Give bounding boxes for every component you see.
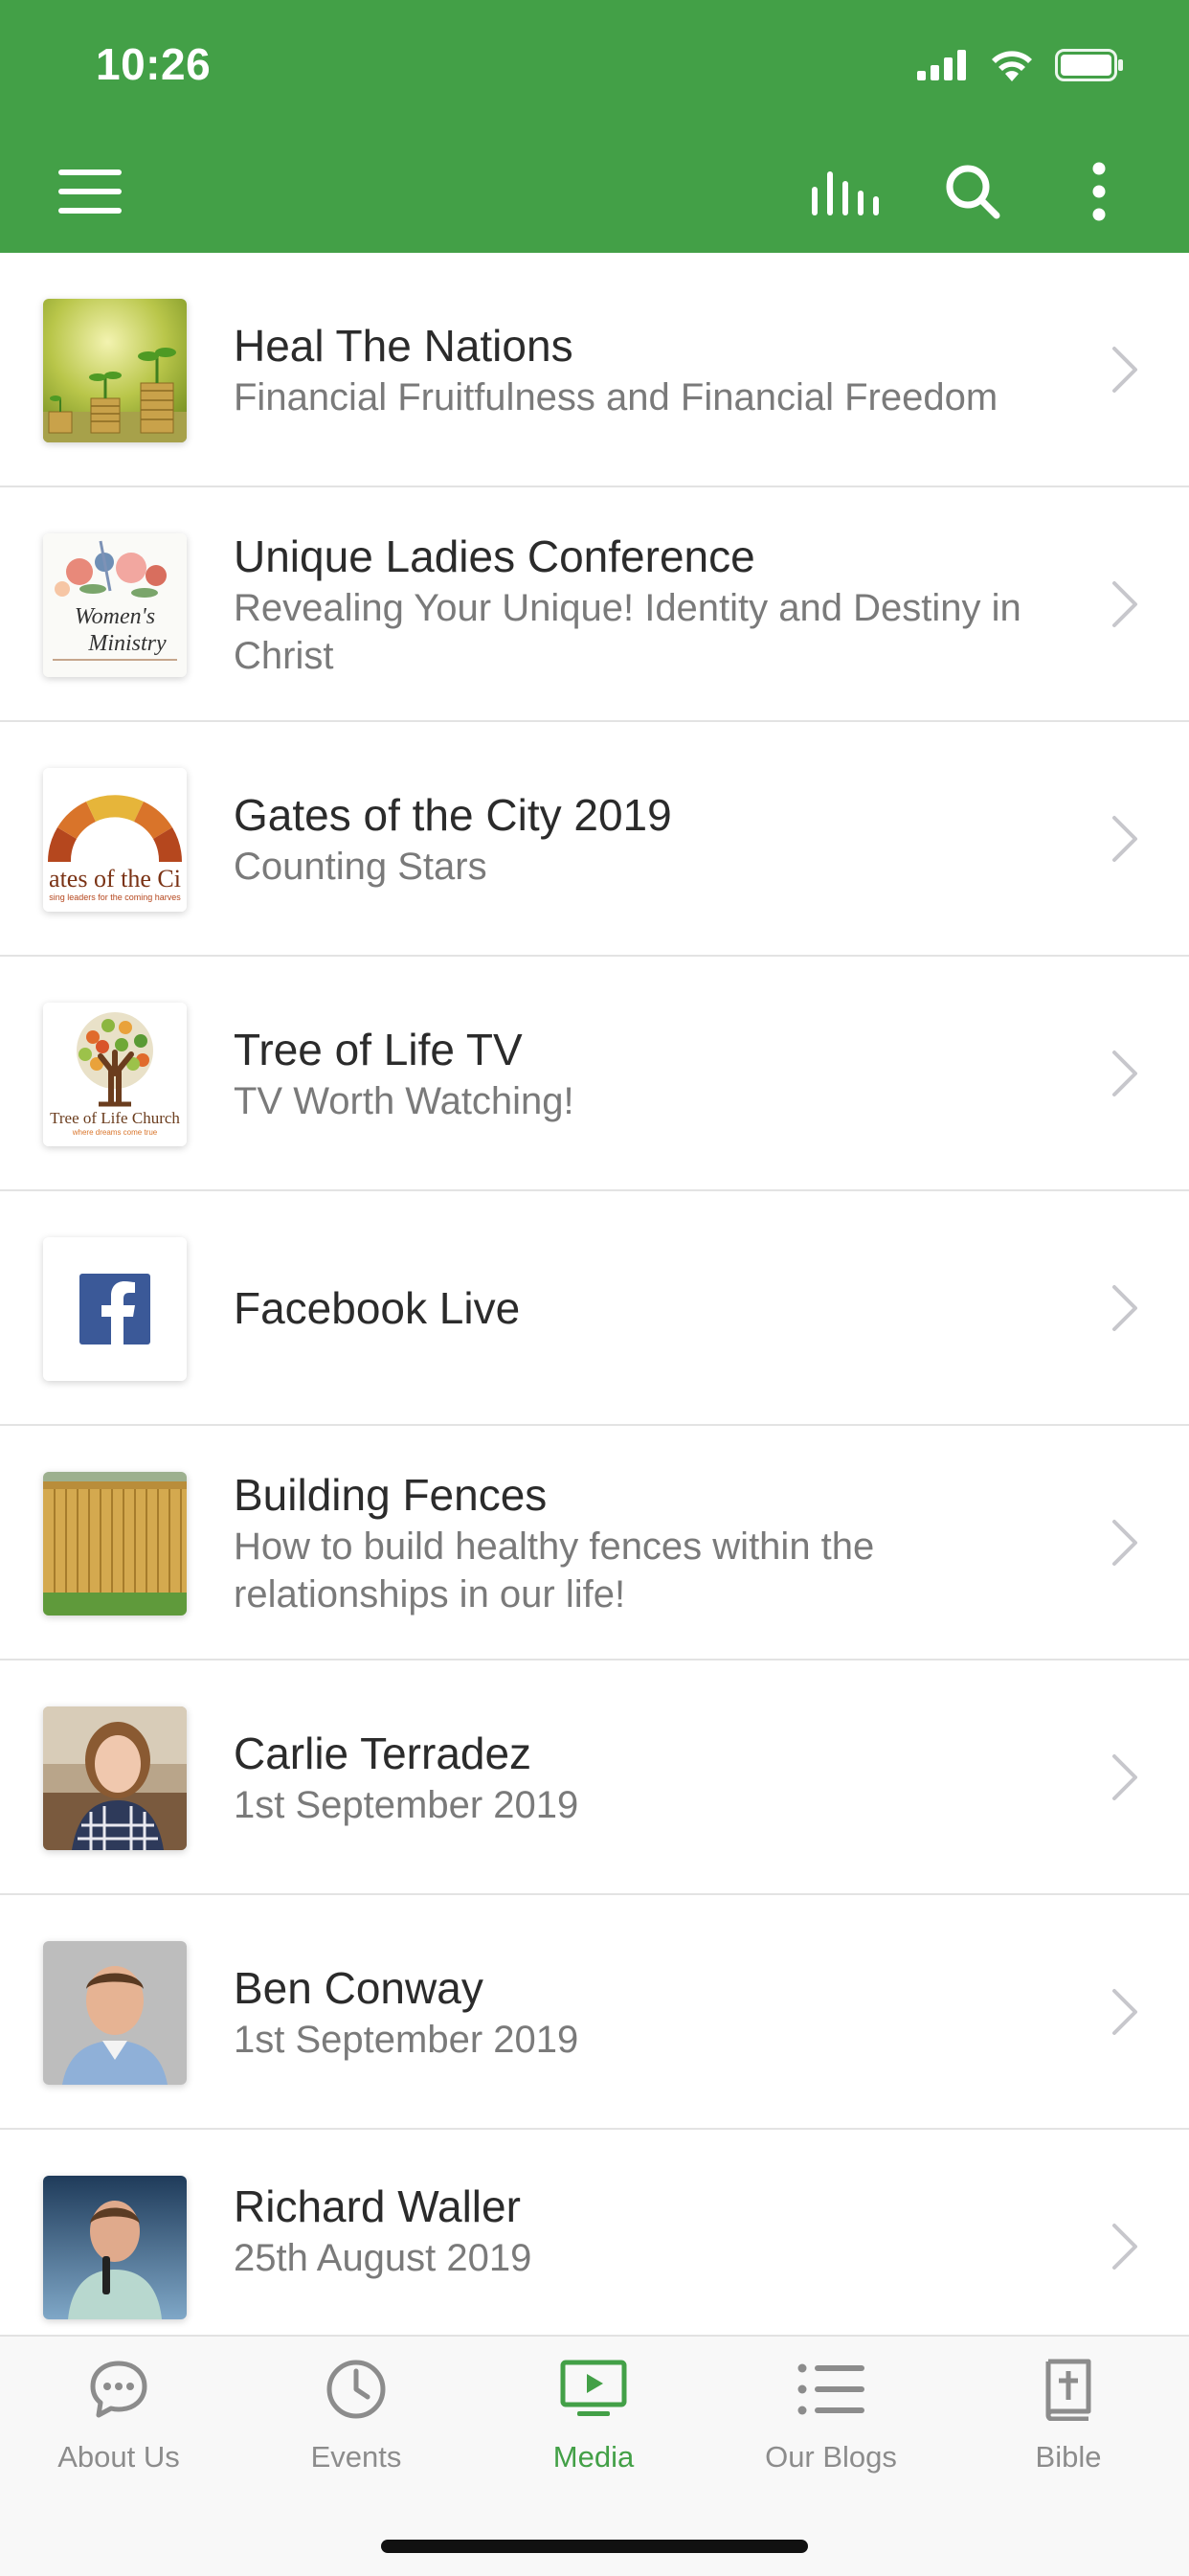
wooden-fence-image xyxy=(43,1472,187,1616)
chevron-right-icon xyxy=(1112,1989,1137,2035)
tab-label: About Us xyxy=(57,2440,180,2474)
tab-bible[interactable]: Bible xyxy=(950,2356,1187,2490)
tv-play-icon xyxy=(560,2360,627,2416)
list-item-text: Ben Conway 1st September 2019 xyxy=(234,1895,1065,2128)
ben-portrait xyxy=(43,1941,187,2085)
list-item[interactable]: Tree of Life Church where dreams come tr… xyxy=(0,957,1189,1191)
list-item-text: Building Fences How to build healthy fen… xyxy=(234,1426,1065,1659)
list-item[interactable]: Building Fences How to build healthy fen… xyxy=(0,1426,1189,1661)
tab-events[interactable]: Events xyxy=(237,2356,475,2490)
thumb-text: where dreams come true xyxy=(72,1128,158,1137)
chevron-right-icon xyxy=(1112,816,1137,862)
audio-button[interactable] xyxy=(807,153,884,230)
battery-icon xyxy=(1055,49,1123,81)
list-item-title: Facebook Live xyxy=(234,1282,521,1333)
more-vertical-icon xyxy=(1092,162,1106,221)
list-item-text: Heal The Nations Financial Fruitfulness … xyxy=(234,253,1065,486)
chevron-right-icon xyxy=(1112,1285,1137,1331)
list-item-title: Unique Ladies Conference xyxy=(234,531,755,581)
thumb-text: Ministry xyxy=(87,631,167,656)
app-header: 10:26 xyxy=(0,0,1189,253)
thumb-text: Women's xyxy=(75,604,155,629)
richard-portrait xyxy=(43,2176,187,2319)
media-list: Heal The Nations Financial Fruitfulness … xyxy=(0,253,1189,2331)
list-item-subtitle: 1st September 2019 xyxy=(234,2018,579,2061)
chevron-right-icon xyxy=(1112,347,1137,393)
wifi-icon xyxy=(992,51,1032,81)
list-item-text: Gates of the City 2019 Counting Stars xyxy=(234,722,1065,955)
chevron-right-icon xyxy=(1112,581,1137,627)
list-item-title: Building Fences xyxy=(234,1469,548,1520)
tab-our-blogs[interactable]: Our Blogs xyxy=(712,2356,950,2490)
list-item-subtitle: 1st September 2019 xyxy=(234,1783,579,1826)
status-bar: 10:26 xyxy=(0,0,1189,134)
list-item[interactable]: Richard Waller 25th August 2019 xyxy=(0,2130,1189,2331)
list-item-text: Tree of Life TV TV Worth Watching! xyxy=(234,957,1065,1189)
menu-button[interactable] xyxy=(52,153,128,230)
search-button[interactable] xyxy=(934,153,1011,230)
list-item[interactable]: Women's Ministry Unique Ladies Conferenc… xyxy=(0,487,1189,722)
tab-label: Bible xyxy=(1035,2440,1102,2474)
list-item[interactable]: ates of the Ci sing leaders for the comi… xyxy=(0,722,1189,957)
womens-ministry-image: Women's Ministry xyxy=(43,533,187,677)
bible-cross-icon xyxy=(1045,2359,1091,2421)
list-item-title: Ben Conway xyxy=(234,1962,483,2013)
tree-of-life-logo: Tree of Life Church where dreams come tr… xyxy=(43,1003,187,1146)
chevron-right-icon xyxy=(1112,2224,1137,2270)
more-button[interactable] xyxy=(1061,153,1137,230)
tab-label: Media xyxy=(552,2440,635,2474)
list-item[interactable]: Ben Conway 1st September 2019 xyxy=(0,1895,1189,2130)
status-time: 10:26 xyxy=(96,39,212,89)
list-item-subtitle: TV Worth Watching! xyxy=(234,1079,574,1122)
tab-about-us[interactable]: About Us xyxy=(0,2356,237,2490)
hamburger-menu-icon xyxy=(58,169,122,214)
tab-media[interactable]: Media xyxy=(475,2356,712,2490)
signal-icon xyxy=(917,50,966,80)
list-item-subtitle: Revealing Your Unique! Identity and Dest… xyxy=(234,586,1021,677)
list-item-title: Carlie Terradez xyxy=(234,1728,532,1778)
list-item-subtitle: How to build healthy fences within the r… xyxy=(234,1525,875,1616)
list-item-subtitle: Financial Fruitfulness and Financial Fre… xyxy=(234,375,998,418)
chevron-right-icon xyxy=(1112,1754,1137,1800)
list-item[interactable]: Facebook Live xyxy=(0,1191,1189,1426)
list-item-title: Gates of the City 2019 xyxy=(234,789,672,840)
list-item-title: Richard Waller xyxy=(234,2181,521,2231)
thumb-text: Tree of Life Church xyxy=(50,1109,180,1127)
tab-label: Events xyxy=(310,2440,402,2474)
list-item-text: Carlie Terradez 1st September 2019 xyxy=(234,1661,1065,1893)
chat-bubble-icon xyxy=(90,2361,147,2418)
list-item-title: Tree of Life TV xyxy=(234,1024,523,1074)
audio-bars-icon xyxy=(812,171,879,215)
list-item-subtitle: Counting Stars xyxy=(234,845,487,888)
list-item-text: Unique Ladies Conference Revealing Your … xyxy=(234,487,1065,720)
facebook-logo xyxy=(43,1237,187,1381)
chevron-right-icon xyxy=(1112,1520,1137,1566)
plant-coins-image xyxy=(43,299,187,442)
status-icons xyxy=(917,46,1124,84)
list-icon xyxy=(797,2363,864,2415)
home-indicator[interactable] xyxy=(381,2540,808,2553)
list-item-title: Heal The Nations xyxy=(234,320,573,371)
tab-label: Our Blogs xyxy=(765,2440,897,2474)
carlie-portrait xyxy=(43,1706,187,1850)
list-item[interactable]: Heal The Nations Financial Fruitfulness … xyxy=(0,253,1189,487)
list-item-subtitle: 25th August 2019 xyxy=(234,2237,532,2279)
chevron-right-icon xyxy=(1112,1051,1137,1096)
list-item[interactable]: Carlie Terradez 1st September 2019 xyxy=(0,1661,1189,1895)
thumb-text: ates of the Ci xyxy=(49,865,181,893)
thumb-text: sing leaders for the coming harves xyxy=(49,893,181,902)
gates-of-the-city-logo: ates of the Ci sing leaders for the comi… xyxy=(43,768,187,912)
search-icon xyxy=(946,165,1000,219)
clock-icon xyxy=(326,2360,386,2419)
list-item-text: Richard Waller 25th August 2019 xyxy=(234,2130,1065,2331)
list-item-text: Facebook Live xyxy=(234,1191,1065,1424)
